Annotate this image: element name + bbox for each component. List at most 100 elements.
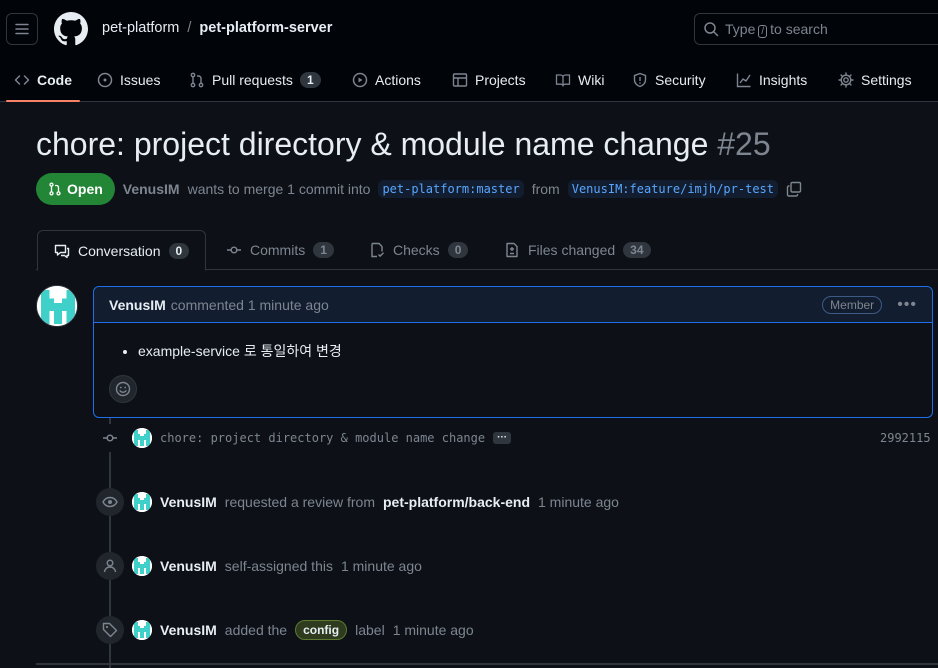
expand-commit-button[interactable]: ··· [493, 432, 512, 444]
tab-label: Commits [250, 242, 306, 258]
pr-state-badge: Open [36, 173, 115, 205]
kebab-menu-icon[interactable]: ••• [897, 296, 917, 314]
avatar[interactable] [132, 492, 152, 512]
tab-label: Actions [375, 72, 421, 88]
tag-icon [96, 616, 124, 644]
event-time[interactable]: 1 minute ago [538, 494, 619, 510]
table-icon [452, 73, 468, 87]
tab-settings[interactable]: Settings [838, 58, 912, 102]
tab-label: Insights [759, 72, 808, 88]
actor-link[interactable]: VenusIM [160, 558, 217, 574]
pr-number: #25 [717, 126, 771, 162]
divider [36, 663, 938, 665]
tab-code[interactable]: Code [6, 58, 80, 102]
timeline-review-request: VenusIM requested a review from pet-plat… [96, 488, 619, 516]
comment-icon [54, 244, 70, 258]
search-shortcut-key: / [758, 24, 768, 38]
team-link[interactable]: pet-platform/back-end [383, 494, 530, 510]
repo-nav: Code Issues Pull requests 1 Actions Proj… [0, 58, 938, 102]
commit-message-link[interactable]: chore: project directory & module name c… [160, 431, 485, 445]
tab-wiki[interactable]: Wiki [555, 58, 604, 102]
base-branch[interactable]: pet-platform:master [378, 180, 524, 198]
files-changed-count: 34 [623, 242, 651, 258]
pr-author-link[interactable]: VenusIM [123, 181, 180, 197]
repo-owner-link[interactable]: pet-platform [102, 20, 179, 36]
file-diff-icon [506, 242, 518, 258]
pr-title: chore: project directory & module name c… [36, 126, 771, 163]
hamburger-menu-button[interactable] [6, 13, 38, 45]
issue-icon [97, 72, 113, 88]
merge-text: wants to merge 1 commit into [187, 181, 371, 197]
tab-label: Wiki [578, 72, 605, 88]
pull-request-icon [49, 182, 61, 196]
search-input[interactable]: Type / to search [694, 13, 938, 45]
tab-checks[interactable]: Checks 0 [353, 230, 484, 270]
label-suffix: label [355, 622, 385, 638]
tab-label: Security [655, 72, 706, 88]
comment-body: example-service 로 통일하여 변경 [94, 323, 932, 361]
commit-sha-link[interactable]: 2992115 [880, 431, 931, 445]
tab-label: Issues [120, 72, 161, 88]
code-icon [14, 75, 30, 85]
config-label[interactable]: config [295, 620, 348, 640]
checks-count: 0 [447, 242, 469, 258]
breadcrumb-separator: / [187, 20, 192, 36]
event-time[interactable]: 1 minute ago [393, 622, 474, 638]
pr-tabs: Conversation 0 Commits 1 Checks 0 Files … [36, 230, 938, 271]
add-reaction-button[interactable] [109, 375, 137, 403]
comment-timestamp[interactable]: commented 1 minute ago [171, 297, 329, 313]
book-icon [555, 74, 571, 87]
gear-icon [838, 72, 854, 88]
avatar[interactable] [132, 620, 152, 640]
comment-box: VenusIM commented 1 minute ago Member ••… [93, 286, 933, 418]
repo-name-link[interactable]: pet-platform-server [199, 20, 332, 36]
timeline-commit: chore: project directory & module name c… [96, 424, 512, 452]
github-logo-icon[interactable] [54, 12, 88, 46]
tab-insights[interactable]: Insights [736, 58, 807, 102]
comment-header: VenusIM commented 1 minute ago Member ••… [94, 287, 932, 323]
pr-meta: Open VenusIM wants to merge 1 commit int… [36, 173, 802, 205]
tab-label: Files changed [528, 242, 616, 258]
conversation-count: 0 [168, 242, 190, 259]
event-time[interactable]: 1 minute ago [341, 558, 422, 574]
tab-label: Projects [475, 72, 526, 88]
tab-commits[interactable]: Commits 1 [210, 230, 350, 270]
tab-projects[interactable]: Projects [452, 58, 526, 102]
commits-count: 1 [313, 242, 334, 258]
from-text: from [531, 181, 560, 197]
avatar[interactable] [132, 556, 152, 576]
event-text: self-assigned this [224, 558, 333, 574]
tab-conversation[interactable]: Conversation 0 [37, 230, 207, 271]
checklist-icon [371, 242, 384, 258]
tab-label: Checks [393, 242, 440, 258]
member-badge: Member [822, 295, 883, 314]
shield-icon [633, 72, 647, 88]
person-icon [96, 552, 124, 580]
smiley-icon [115, 381, 131, 397]
hamburger-icon [15, 23, 29, 35]
comment-author-link[interactable]: VenusIM [109, 297, 166, 313]
tab-label: Settings [861, 72, 912, 88]
tab-pull-requests[interactable]: Pull requests 1 [189, 58, 321, 102]
tab-label: Code [37, 72, 72, 88]
tab-files-changed[interactable]: Files changed 34 [488, 230, 667, 270]
copy-icon[interactable] [786, 181, 802, 197]
tab-issues[interactable]: Issues [97, 58, 160, 102]
tab-security[interactable]: Security [632, 58, 706, 102]
pull-requests-count: 1 [299, 72, 321, 88]
pull-request-icon [190, 72, 204, 88]
event-text: added the [224, 622, 288, 638]
timeline-assign: VenusIM self-assigned this 1 minute ago [96, 552, 422, 580]
avatar[interactable] [36, 285, 78, 327]
actor-link[interactable]: VenusIM [160, 494, 217, 510]
timeline-label: VenusIM added the config label 1 minute … [96, 616, 474, 644]
tab-label: Pull requests [212, 72, 293, 88]
tab-actions[interactable]: Actions [352, 58, 421, 102]
actor-link[interactable]: VenusIM [160, 622, 217, 638]
search-icon [704, 22, 719, 37]
tab-label: Conversation [78, 242, 161, 259]
avatar[interactable] [132, 428, 152, 448]
search-prefix: Type [725, 20, 756, 37]
head-branch[interactable]: VenusIM:feature/imjh/pr-test [567, 180, 779, 198]
play-icon [352, 72, 368, 88]
